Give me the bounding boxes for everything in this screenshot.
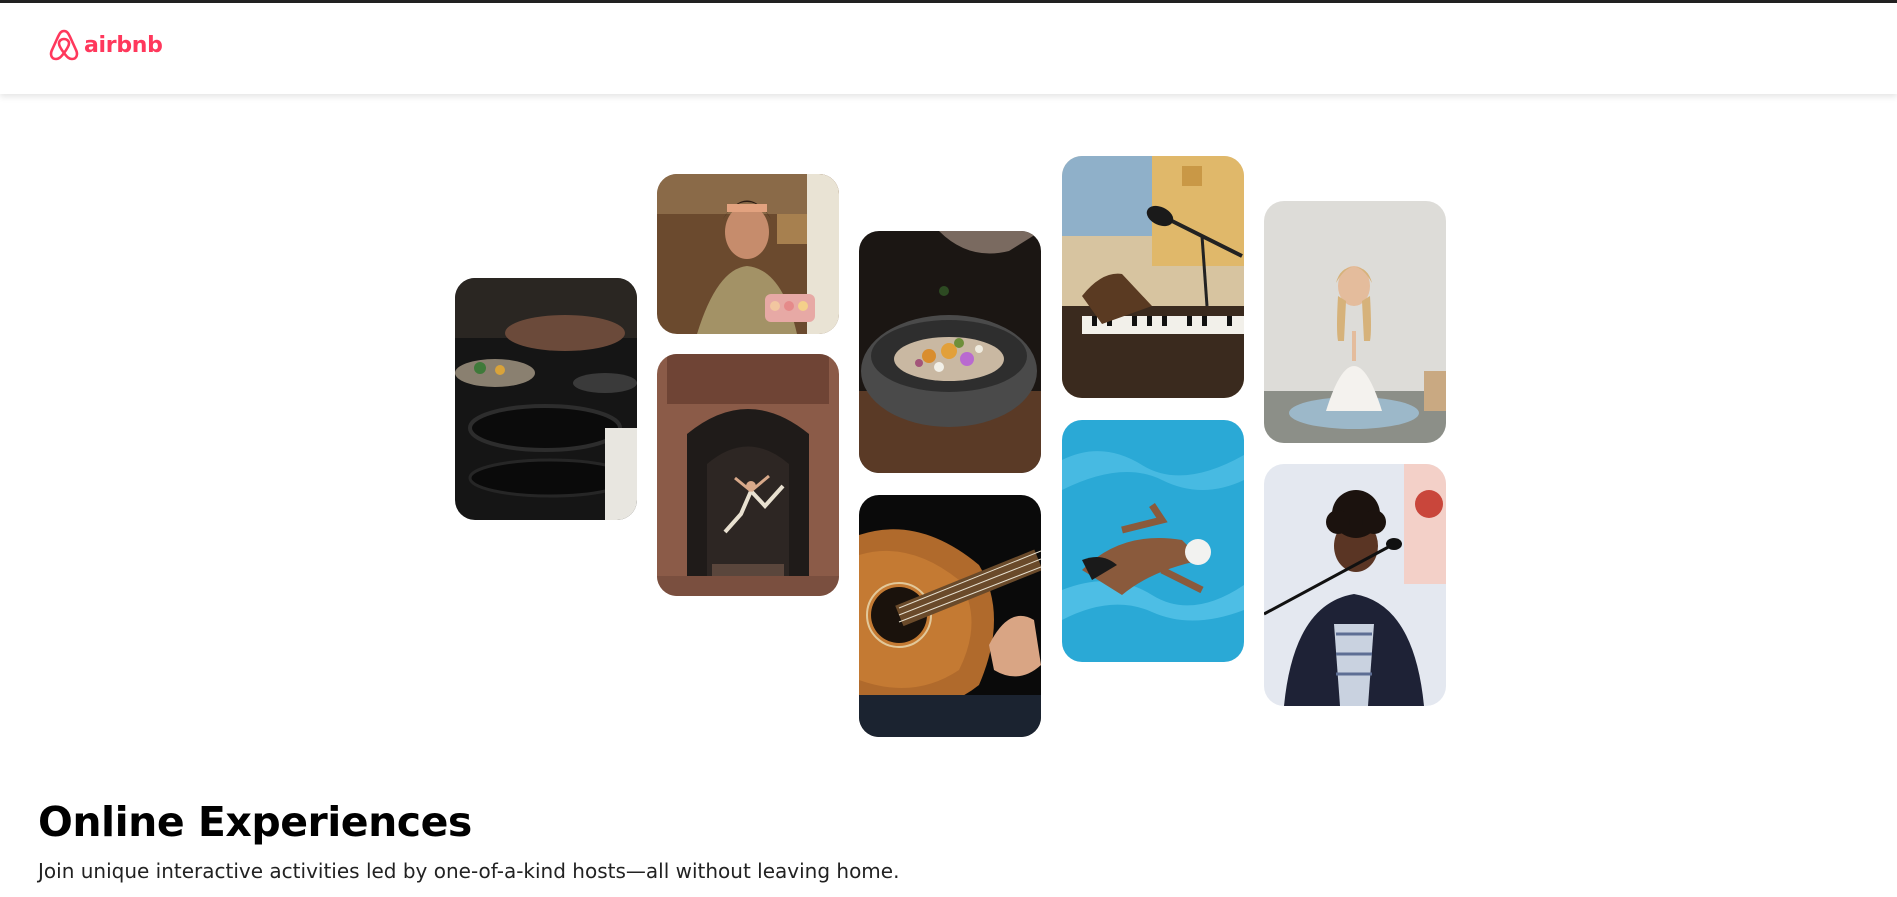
photo-gallery (0, 94, 1897, 754)
acoustic-guitar-photo (859, 495, 1041, 737)
airbnb-logo-link[interactable]: airbnb (48, 28, 163, 62)
page-subtitle: Join unique interactive activities led b… (38, 859, 900, 884)
woman-holding-macarons-photo (657, 174, 839, 334)
woman-meditating-photo (1264, 201, 1446, 443)
swimmer-in-pool-photo (1062, 420, 1244, 662)
singer-at-microphone-photo (1264, 464, 1446, 706)
airbnb-belo-icon (48, 28, 80, 62)
navbar: airbnb (0, 3, 1897, 94)
logo-text: airbnb (84, 32, 163, 58)
bowl-of-food-photo (859, 231, 1041, 473)
page-title: Online Experiences (38, 798, 472, 846)
main-content: Online Experiences Join unique interacti… (38, 798, 900, 884)
piano-and-microphone-photo (1062, 156, 1244, 398)
cooking-pans-photo (455, 278, 637, 520)
dancer-in-doorway-photo (657, 354, 839, 596)
